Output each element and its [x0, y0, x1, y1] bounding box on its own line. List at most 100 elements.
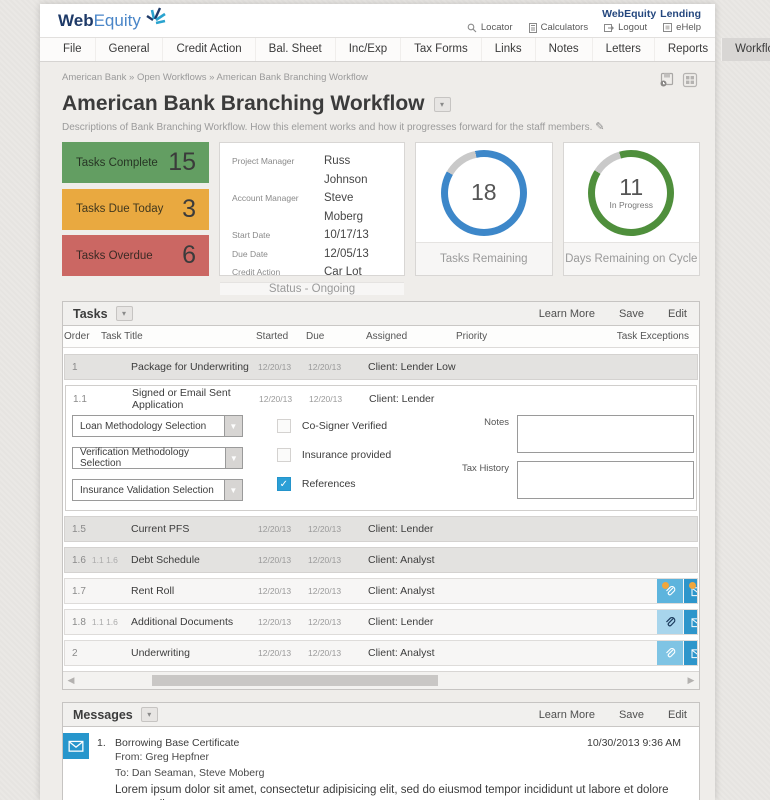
- detail-label: Start Date: [232, 226, 324, 245]
- ehelp-link[interactable]: eHelp: [663, 22, 701, 33]
- message-timestamp: 10/30/2013 9:36 AM: [587, 737, 689, 749]
- verification-methodology-select[interactable]: Verification Methodology Selection ▼: [72, 447, 243, 469]
- envelope-icon: [691, 648, 699, 659]
- notes-textarea[interactable]: [517, 415, 694, 453]
- detail-value: 12/05/13: [324, 245, 392, 264]
- webequity-logo: WebEquity: [58, 12, 167, 29]
- in-progress-label: In Progress: [610, 200, 653, 210]
- tasks-due-today-card[interactable]: Tasks Due Today 3: [62, 189, 209, 230]
- search-icon: [467, 23, 477, 33]
- tab-tax-forms[interactable]: Tax Forms: [401, 38, 482, 61]
- task-row-1[interactable]: 1 Package for Underwriting 12/20/13 12/2…: [64, 354, 698, 380]
- detail-label: Account Manager: [232, 189, 324, 208]
- tab-inc-exp[interactable]: Inc/Exp: [336, 38, 401, 61]
- messages-learn-more-link[interactable]: Learn More: [539, 709, 595, 721]
- edit-description-icon[interactable]: ✎: [595, 121, 604, 133]
- loan-methodology-select[interactable]: Loan Methodology Selection ▼: [72, 415, 243, 437]
- tasks-panel: Tasks ▾ Learn More Save Edit Order Task …: [62, 301, 700, 690]
- tasks-edit-link[interactable]: Edit: [668, 308, 687, 320]
- attachment-button[interactable]: [657, 579, 683, 603]
- references-checkbox[interactable]: ✓: [277, 477, 291, 491]
- help-icon: [663, 23, 672, 32]
- task-row-2[interactable]: 2 Underwriting 12/20/13 12/20/13 Client:…: [64, 640, 698, 666]
- page-title: American Bank Branching Workflow: [62, 92, 425, 116]
- logo-starburst-icon: [143, 6, 167, 28]
- utility-links: Locator Calculators Logout eHelp: [467, 22, 701, 33]
- envelope-icon: [691, 617, 699, 628]
- days-remaining-donut: 11 In Progress: [588, 150, 674, 236]
- notification-badge: [662, 582, 669, 589]
- tasks-remaining-label: Tasks Remaining: [416, 242, 552, 275]
- task-detail-form: Loan Methodology Selection ▼ Verificatio…: [66, 412, 696, 501]
- breadcrumb-icons: [659, 72, 698, 88]
- tasks-learn-more-link[interactable]: Learn More: [539, 308, 595, 320]
- messages-title: Messages: [73, 708, 133, 722]
- app-shell: WebEquity WebEquity Lending Locator: [40, 4, 715, 800]
- tab-credit-action[interactable]: Credit Action: [163, 38, 255, 61]
- breadcrumb[interactable]: American Bank » Open Workflows » America…: [62, 72, 368, 83]
- logout-link[interactable]: Logout: [604, 22, 647, 33]
- tab-reports[interactable]: Reports: [655, 38, 722, 61]
- days-remaining-value: 11: [619, 175, 643, 199]
- calculators-link[interactable]: Calculators: [529, 22, 589, 33]
- tab-links[interactable]: Links: [482, 38, 536, 61]
- attachment-button[interactable]: [657, 641, 683, 665]
- task-row-1-1-expanded: 1.1 Signed or Email Sent Application 12/…: [65, 385, 697, 511]
- scroll-left-arrow[interactable]: ◀: [63, 672, 79, 689]
- logout-icon: [604, 23, 614, 33]
- message-button[interactable]: [684, 610, 698, 634]
- co-signer-verified-checkbox[interactable]: [277, 419, 291, 433]
- messages-dropdown-button[interactable]: ▾: [141, 707, 158, 722]
- messages-save-link[interactable]: Save: [619, 709, 644, 721]
- summary-row: Tasks Complete 15 Tasks Due Today 3 Task…: [62, 142, 700, 276]
- insurance-provided-checkbox[interactable]: [277, 448, 291, 462]
- brand-line: WebEquity Lending: [467, 8, 701, 20]
- chevron-down-icon: ▼: [225, 448, 242, 468]
- tasks-remaining-card: 18 Tasks Remaining: [415, 142, 553, 276]
- references-row: ✓ References: [277, 477, 424, 491]
- co-signer-verified-row: Co-Signer Verified: [277, 419, 424, 433]
- breadcrumb-row: American Bank » Open Workflows » America…: [62, 72, 700, 88]
- tasks-rows: 1 Package for Underwriting 12/20/13 12/2…: [63, 348, 699, 666]
- top-bar: WebEquity WebEquity Lending Locator: [40, 4, 715, 38]
- scroll-right-arrow[interactable]: ▶: [683, 672, 699, 689]
- tab-letters[interactable]: Letters: [593, 38, 655, 61]
- messages-edit-link[interactable]: Edit: [668, 709, 687, 721]
- task-row-1-5[interactable]: 1.5 Current PFS 12/20/13 12/20/13 Client…: [64, 516, 698, 542]
- attachment-button[interactable]: [657, 610, 683, 634]
- detail-value: Car Lot: [324, 263, 392, 282]
- messages-panel: Messages ▾ Learn More Save Edit 1. Borro…: [62, 702, 700, 800]
- messages-panel-header: Messages ▾ Learn More Save Edit: [63, 703, 699, 727]
- detail-value: Steve Moberg: [324, 189, 392, 226]
- task-row-1-1[interactable]: 1.1 Signed or Email Sent Application 12/…: [66, 386, 696, 412]
- tab-file[interactable]: File: [50, 38, 96, 61]
- tasks-complete-card[interactable]: Tasks Complete 15: [62, 142, 209, 183]
- tax-history-textarea[interactable]: [517, 461, 694, 499]
- tab-workflow[interactable]: Workflow: [722, 38, 770, 61]
- save-disk-icon[interactable]: [659, 72, 675, 88]
- message-number: 1.: [97, 737, 115, 749]
- tasks-save-link[interactable]: Save: [619, 308, 644, 320]
- tab-notes[interactable]: Notes: [536, 38, 593, 61]
- tab-general[interactable]: General: [96, 38, 164, 61]
- tasks-title: Tasks: [73, 307, 108, 321]
- status-footer: Status - Ongoing: [220, 282, 404, 295]
- task-row-1-6[interactable]: 1.61.1 1.6 Debt Schedule 12/20/13 12/20/…: [64, 547, 698, 573]
- message-subject[interactable]: Borrowing Base Certificate: [115, 737, 239, 749]
- tasks-overdue-card[interactable]: Tasks Overdue 6: [62, 235, 209, 276]
- locator-link[interactable]: Locator: [467, 22, 513, 33]
- message-button[interactable]: [684, 641, 698, 665]
- title-dropdown-button[interactable]: ▾: [434, 97, 451, 112]
- brand-suffix: Lending: [660, 8, 701, 20]
- grid-view-icon[interactable]: [682, 72, 698, 88]
- insurance-validation-select[interactable]: Insurance Validation Selection ▼: [72, 479, 243, 501]
- task-row-1-8[interactable]: 1.81.1 1.6 Additional Documents 12/20/13…: [64, 609, 698, 635]
- brand-product: WebEquity: [602, 8, 656, 20]
- message-button[interactable]: [684, 579, 698, 603]
- tab-bal-sheet[interactable]: Bal. Sheet: [256, 38, 336, 61]
- tasks-column-headers: Order Task Title Started Due Assigned Pr…: [63, 326, 699, 348]
- scrollbar-thumb[interactable]: [152, 675, 438, 686]
- task-row-1-7[interactable]: 1.7 Rent Roll 12/20/13 12/20/13 Client: …: [64, 578, 698, 604]
- tasks-dropdown-button[interactable]: ▾: [116, 306, 133, 321]
- paperclip-icon: [664, 616, 677, 629]
